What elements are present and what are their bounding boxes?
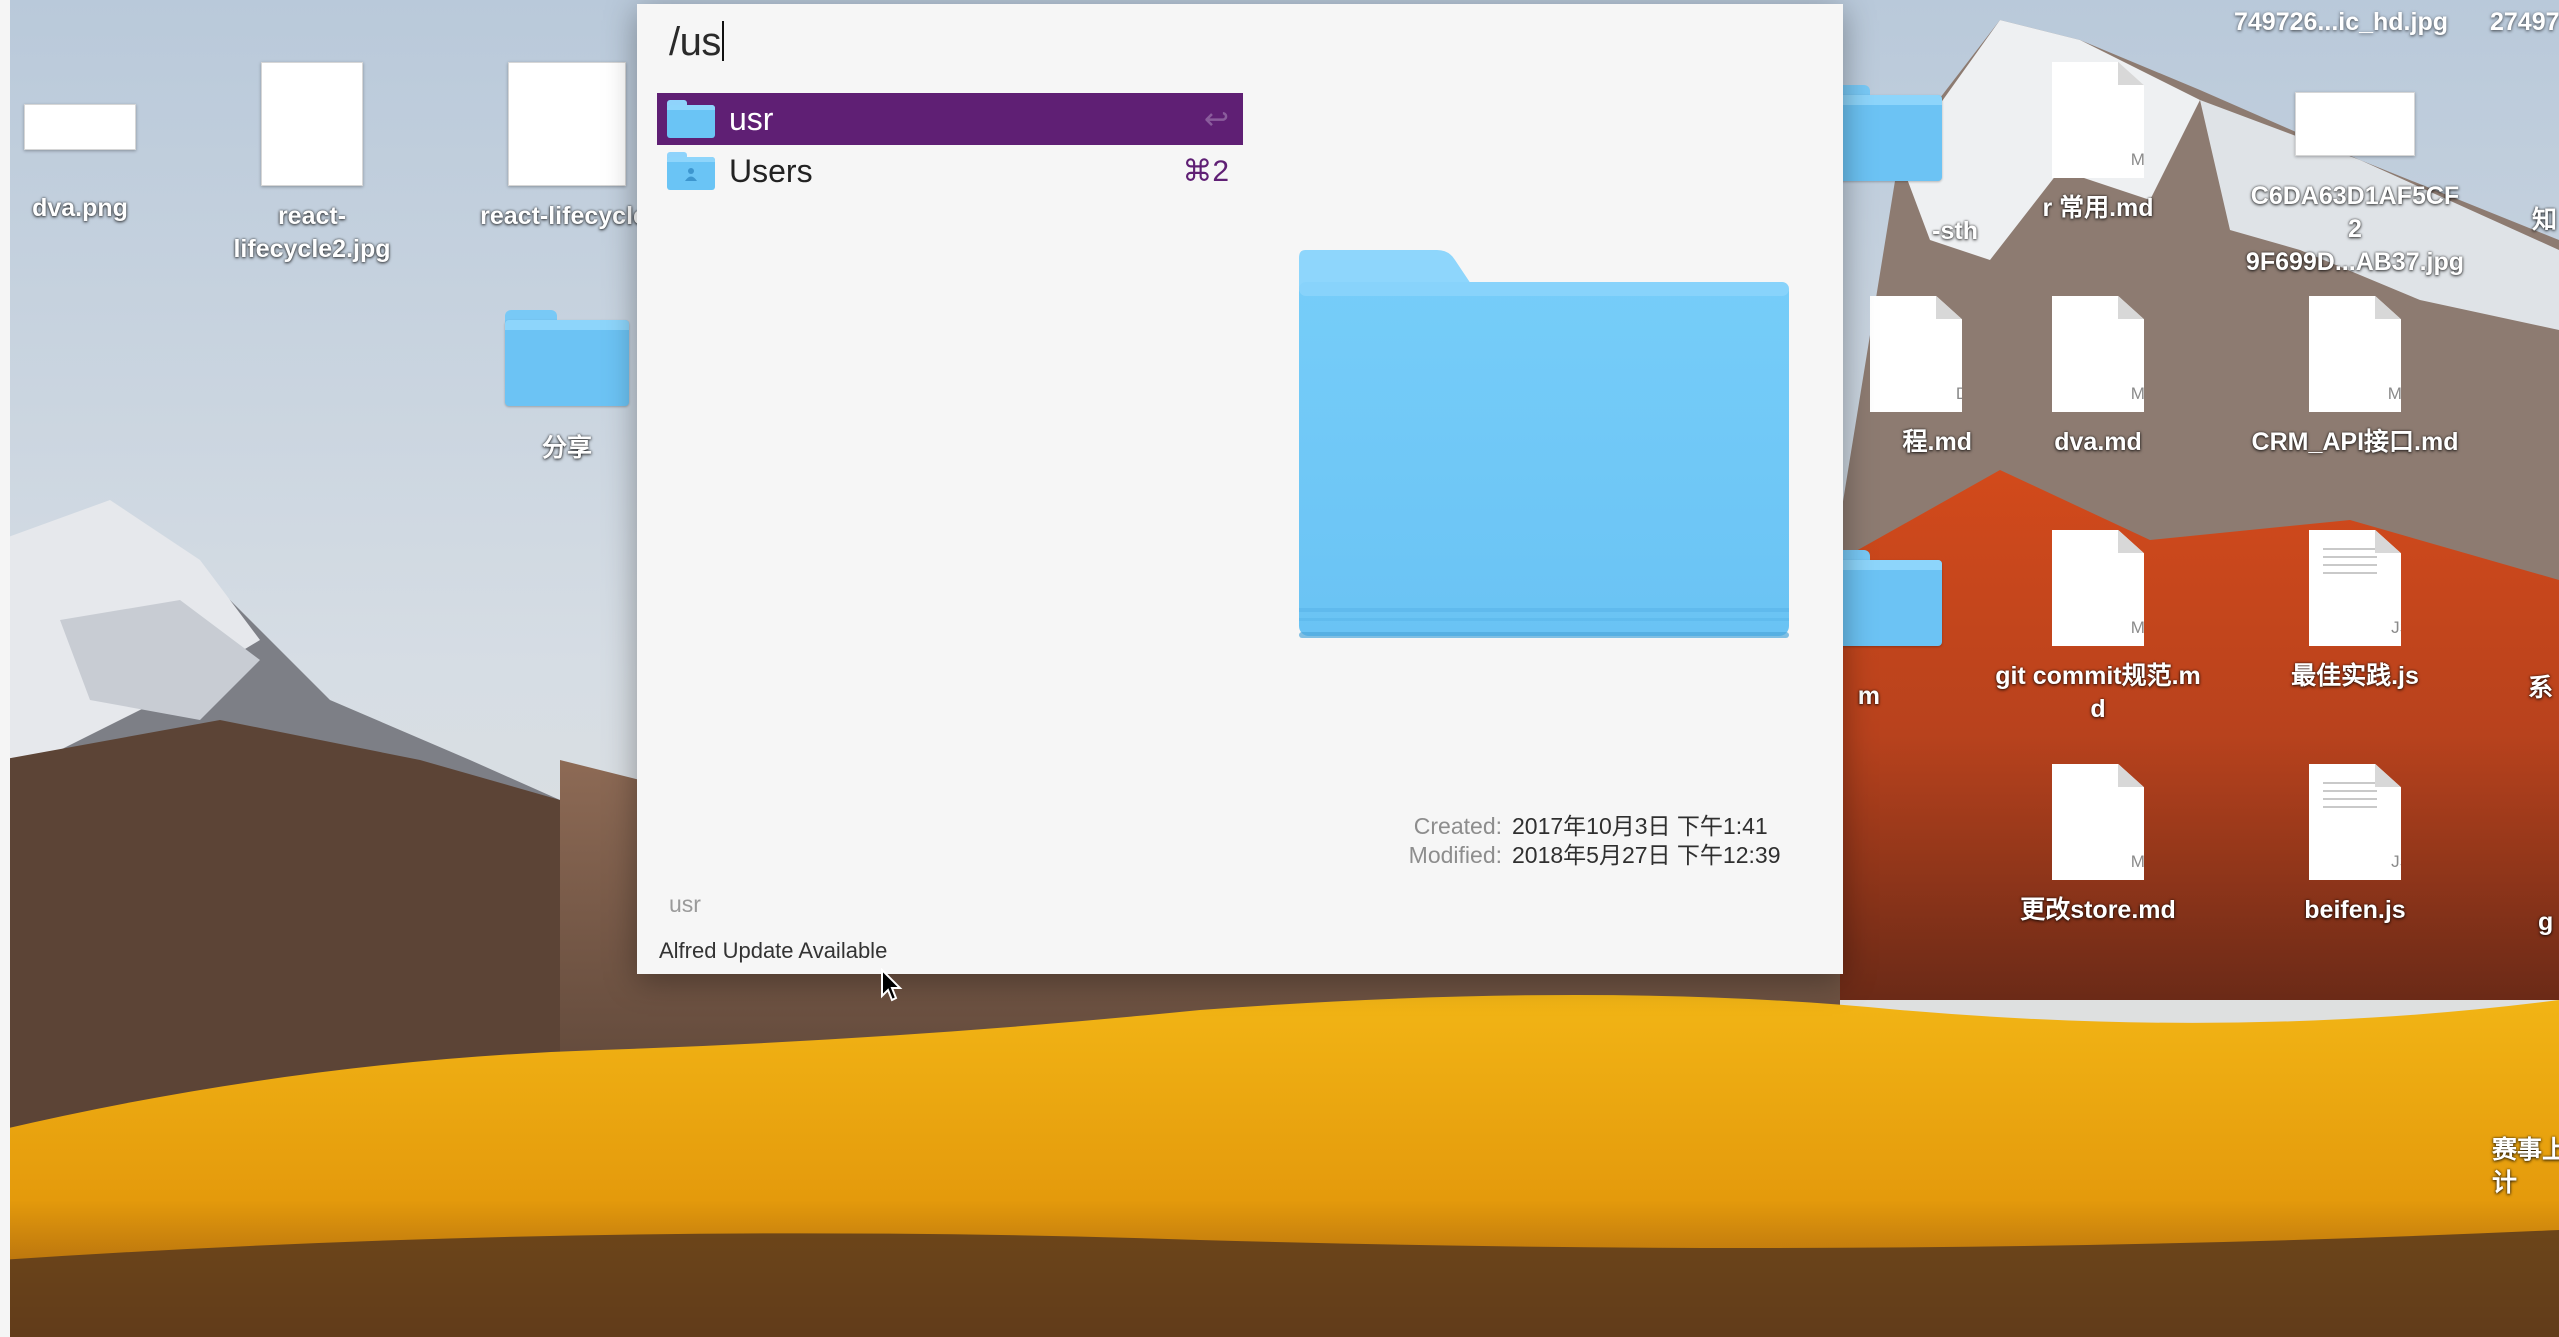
javascript-file-icon: JS — [2309, 764, 2401, 880]
folder-icon — [667, 100, 715, 138]
image-thumbnail-icon — [2295, 92, 2415, 156]
desktop-icon-dva-png[interactable]: dva.png — [0, 60, 190, 225]
markdown-file-icon: MD — [2309, 296, 2401, 412]
markdown-file-icon: MD — [2052, 764, 2144, 880]
image-thumbnail-icon — [508, 62, 626, 186]
desktop-icon-label: g — [2538, 908, 2554, 936]
desktop-file-partial[interactable]: 系 — [2440, 530, 2559, 705]
markdown-file-icon: D — [1870, 296, 1962, 412]
return-key-icon: ↩ — [1203, 102, 1229, 136]
desktop-icon-react-lifecycle2[interactable]: react- lifecycle2.jpg — [202, 62, 422, 266]
result-item-users[interactable]: Users ⌘2 — [657, 145, 1243, 197]
result-shortcut: ⌘2 — [1182, 154, 1229, 188]
image-thumbnail-icon — [24, 104, 136, 150]
result-title: Users — [729, 152, 813, 189]
desktop-file-partial[interactable]: 赛事上 计 — [2440, 1000, 2559, 1200]
markdown-file-icon: MD — [2052, 296, 2144, 412]
modified-value: 2018年5月27日 下午12:39 — [1512, 842, 1781, 868]
desktop-icon-label: r 常用.md — [2042, 194, 2154, 222]
desktop-file-common-md[interactable]: MD r 常用.md — [1988, 62, 2208, 225]
desktop-file-partial[interactable]: g — [2440, 764, 2559, 939]
desktop-file-partial[interactable]: 知 — [2440, 62, 2559, 237]
desktop-icon-label: 赛事上 计 — [2492, 1136, 2559, 1197]
result-item-usr[interactable]: usr ↩ — [657, 93, 1243, 145]
markdown-file-icon: MD — [2052, 62, 2144, 178]
search-input[interactable]: /us — [669, 20, 724, 65]
desktop-icon-label: react- lifecycle2.jpg — [233, 202, 391, 263]
desktop-icon-label: 系 — [2528, 674, 2554, 702]
desktop-icon-label: C6DA63D1AF5CF2 9F699D...AB37.jpg — [2245, 182, 2465, 276]
mouse-pointer-icon — [881, 968, 903, 1002]
desktop-file-best-practice-js[interactable]: JS 最佳实践.js — [2245, 530, 2465, 693]
desktop-file-label[interactable]: 27497 — [2490, 8, 2559, 37]
desktop-file-c6da63-jpg[interactable]: C6DA63D1AF5CF2 9F699D...AB37.jpg — [2245, 62, 2465, 279]
javascript-file-icon: JS — [2309, 530, 2401, 646]
desktop-icon-label: CRM_API接口.md — [2251, 428, 2459, 456]
folder-preview-icon — [1299, 250, 1789, 638]
desktop-file-change-store-md[interactable]: MD 更改store.md — [1988, 764, 2208, 927]
desktop-icon-label: git commit规范.md — [1995, 662, 2201, 723]
desktop-file-beifen-js[interactable]: JS beifen.js — [2245, 764, 2465, 927]
file-details: Created: 2017年10月3日 下午1:41 Modified: 2018年… — [1377, 812, 1781, 870]
modified-label: Modified: — [1408, 842, 1502, 868]
markdown-file-icon: MD — [2052, 530, 2144, 646]
desktop-icon-label: 更改store.md — [2020, 896, 2176, 924]
created-value: 2017年10月3日 下午1:41 — [1512, 813, 1768, 839]
image-thumbnail-icon — [261, 62, 363, 186]
desktop-icon-label: dva.md — [2054, 428, 2142, 456]
result-subtitle: usr — [669, 891, 701, 917]
text-caret — [721, 21, 724, 61]
created-label: Created: — [1413, 813, 1502, 839]
alfred-window: /us usr ↩ Users ⌘2 Created: 2017年10月3日 下午… — [637, 4, 1843, 974]
search-query-text: /us — [669, 20, 721, 64]
desktop-file-crm-api-md[interactable]: MD CRM_API接口.md — [2245, 296, 2465, 459]
desktop-icon-label: dva.png — [32, 194, 128, 222]
desktop-icon-label: 知 — [2532, 206, 2558, 234]
desktop-file-git-commit-md[interactable]: MD git commit规范.md — [1988, 530, 2208, 726]
result-title: usr — [729, 100, 774, 137]
update-notice-link[interactable]: Alfred Update Available — [659, 938, 887, 964]
folder-icon — [505, 310, 629, 406]
desktop-file-dva-md[interactable]: MD dva.md — [1988, 296, 2208, 459]
users-folder-icon — [667, 152, 715, 190]
desktop-file-label[interactable]: 749726...ic_hd.jpg — [2234, 8, 2448, 37]
desktop-icon-label: beifen.js — [2304, 896, 2406, 924]
desktop-icon-label: 最佳实践.js — [2291, 662, 2419, 690]
